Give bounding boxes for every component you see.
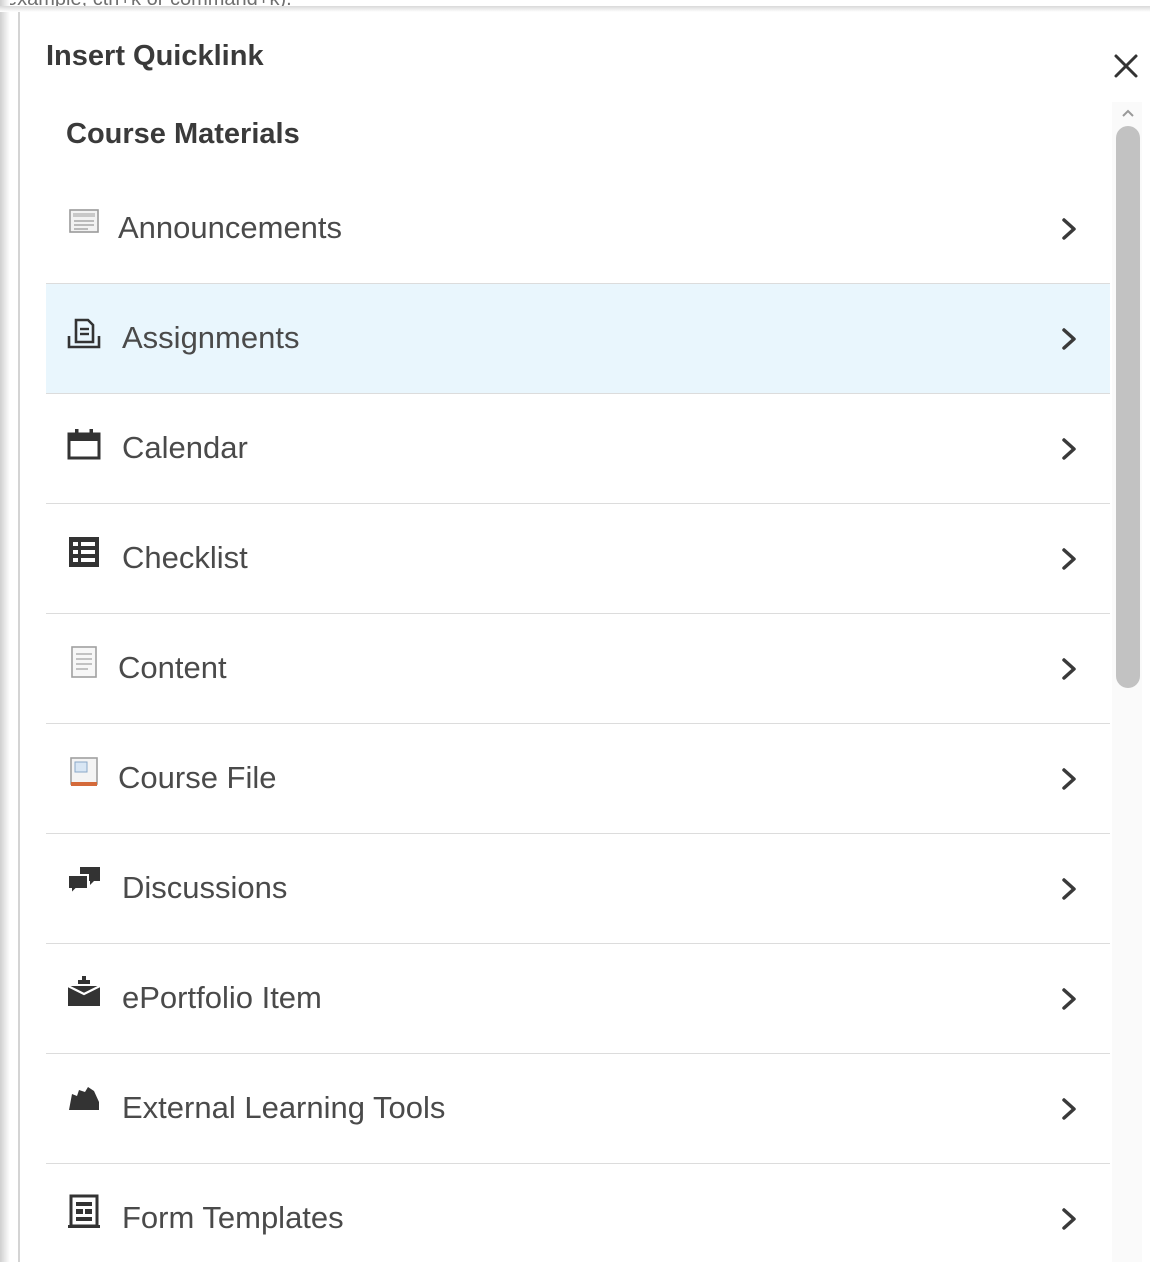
list-item-calendar[interactable]: Calendar [46, 394, 1110, 504]
list-item-checklist[interactable]: Checklist [46, 504, 1110, 614]
list-item-label: Calendar [122, 430, 248, 465]
list-item-course-file[interactable]: Course File [46, 724, 1110, 834]
section-title: Course Materials [66, 118, 300, 150]
list-item-label: Assignments [122, 320, 300, 355]
list-item-label: Discussions [122, 870, 288, 905]
list-item-content[interactable]: Content [46, 614, 1110, 724]
insert-quicklink-dialog: Insert Quicklink Course Materials Announ… [18, 12, 1150, 1262]
chevron-right-icon [1062, 218, 1076, 240]
course-file-icon [70, 757, 98, 786]
overlay-shadow-left [0, 0, 10, 1262]
list-item-discussions[interactable]: Discussions [46, 834, 1110, 944]
calendar-icon [67, 429, 101, 460]
eportfolio-icon [67, 976, 101, 1006]
checklist-icon [69, 537, 99, 567]
chevron-right-icon [1062, 988, 1076, 1010]
quicklink-list: Announcements Assignments Calendar Check… [46, 174, 1110, 1274]
chevron-right-icon [1062, 878, 1076, 900]
list-item-label: Checklist [122, 540, 248, 575]
chevron-right-icon [1062, 438, 1076, 460]
chevron-right-icon [1062, 1098, 1076, 1120]
list-item-form-templates[interactable]: Form Templates [46, 1164, 1110, 1274]
chevron-right-icon [1062, 768, 1076, 790]
dialog-title: Insert Quicklink [46, 40, 264, 72]
content-icon [71, 646, 97, 678]
list-item-label: ePortfolio Item [122, 980, 322, 1015]
form-templates-icon [68, 1194, 100, 1228]
list-item-label: Course File [118, 760, 277, 795]
close-icon[interactable] [1108, 48, 1144, 84]
list-item-label: Content [118, 650, 227, 685]
scrollbar-thumb[interactable] [1116, 126, 1140, 688]
announcements-icon [69, 209, 99, 233]
assignments-icon [67, 318, 101, 349]
list-item-external-learning-tools[interactable]: External Learning Tools [46, 1054, 1110, 1164]
chevron-right-icon [1062, 1208, 1076, 1230]
list-item-label: Announcements [118, 210, 343, 245]
list-item-eportfolio[interactable]: ePortfolio Item [46, 944, 1110, 1054]
list-item-label: External Learning Tools [122, 1090, 446, 1125]
chevron-right-icon [1062, 658, 1076, 680]
chevron-right-icon [1062, 328, 1076, 350]
list-item-announcements[interactable]: Announcements [46, 174, 1110, 285]
list-item-label: Form Templates [122, 1200, 344, 1235]
discussions-icon [67, 867, 100, 897]
chevron-right-icon [1062, 548, 1076, 570]
external-tools-icon [69, 1087, 99, 1110]
list-item-assignments[interactable]: Assignments [46, 284, 1110, 394]
scroll-up-arrow-icon[interactable] [1116, 104, 1140, 122]
